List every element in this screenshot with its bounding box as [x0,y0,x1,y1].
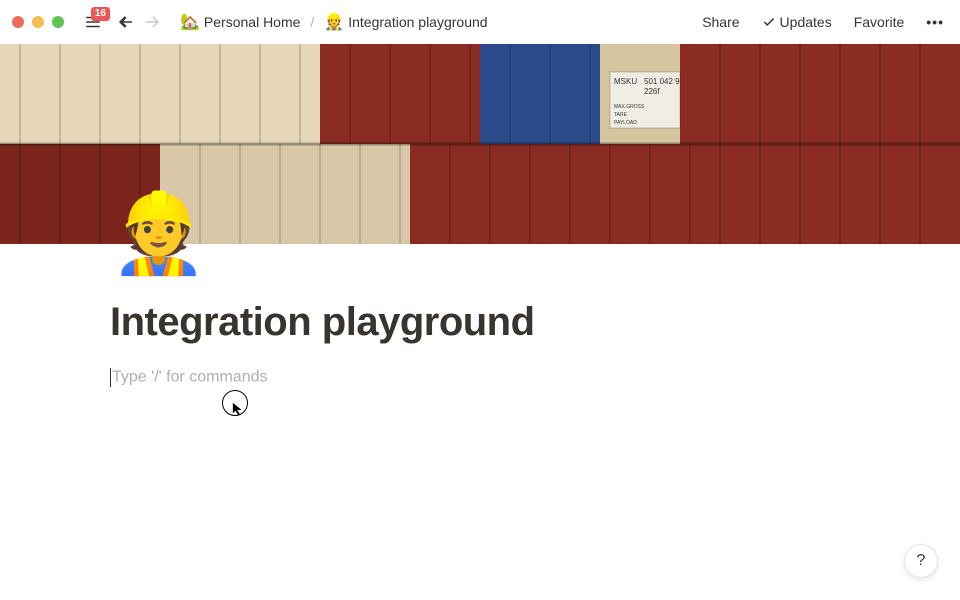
sidebar-toggle-button[interactable]: 16 [84,13,102,31]
cursor-indicator-ring [222,390,248,416]
breadcrumb: 🏡 Personal Home / 👷 Integration playgrou… [176,10,492,34]
svg-text:PAYLOAD: PAYLOAD [614,120,637,126]
cursor-arrow-icon [232,402,246,416]
help-label: ? [917,552,926,570]
nav-forward-button[interactable] [142,12,162,32]
minimize-window-button[interactable] [32,16,44,28]
breadcrumb-current[interactable]: 👷 Integration playground [320,10,491,34]
breadcrumb-parent-label: Personal Home [204,14,301,30]
arrow-right-icon [143,13,161,31]
top-bar-right: Share Updates Favorite ••• [698,12,948,32]
svg-text:MAX.GROSS: MAX.GROSS [614,104,645,110]
breadcrumb-parent-emoji: 🏡 [180,12,200,32]
svg-text:TARE: TARE [614,112,628,118]
page-icon[interactable]: 👷 [110,194,207,272]
window-controls [12,16,64,28]
favorite-button[interactable]: Favorite [850,12,909,32]
breadcrumb-separator: / [310,14,314,30]
content-editor[interactable]: Type '/' for commands [110,368,850,387]
close-window-button[interactable] [12,16,24,28]
maximize-window-button[interactable] [52,16,64,28]
page-body: 👷 Integration playground Type '/' for co… [0,244,960,387]
svg-text:MSKU: MSKU [614,77,637,86]
more-menu-button[interactable]: ••• [922,12,948,32]
top-bar-left: 16 🏡 Personal Home / 👷 Integration playg… [12,10,492,34]
page-title[interactable]: Integration playground [110,298,850,346]
svg-text:501 042 9: 501 042 9 [644,77,680,86]
nav-arrows [116,12,162,32]
notification-badge: 16 [91,7,110,21]
breadcrumb-current-label: Integration playground [348,14,487,30]
breadcrumb-parent[interactable]: 🏡 Personal Home [176,10,304,34]
top-bar: 16 🏡 Personal Home / 👷 Integration playg… [0,0,960,44]
breadcrumb-current-emoji: 👷 [324,12,344,32]
text-caret [110,368,111,387]
svg-text:226f: 226f [644,87,660,96]
check-icon [762,15,776,29]
content-placeholder: Type '/' for commands [112,369,268,386]
share-button[interactable]: Share [698,12,743,32]
nav-back-button[interactable] [116,12,136,32]
arrow-left-icon [117,13,135,31]
updates-button[interactable]: Updates [758,12,836,32]
help-button[interactable]: ? [904,544,938,578]
